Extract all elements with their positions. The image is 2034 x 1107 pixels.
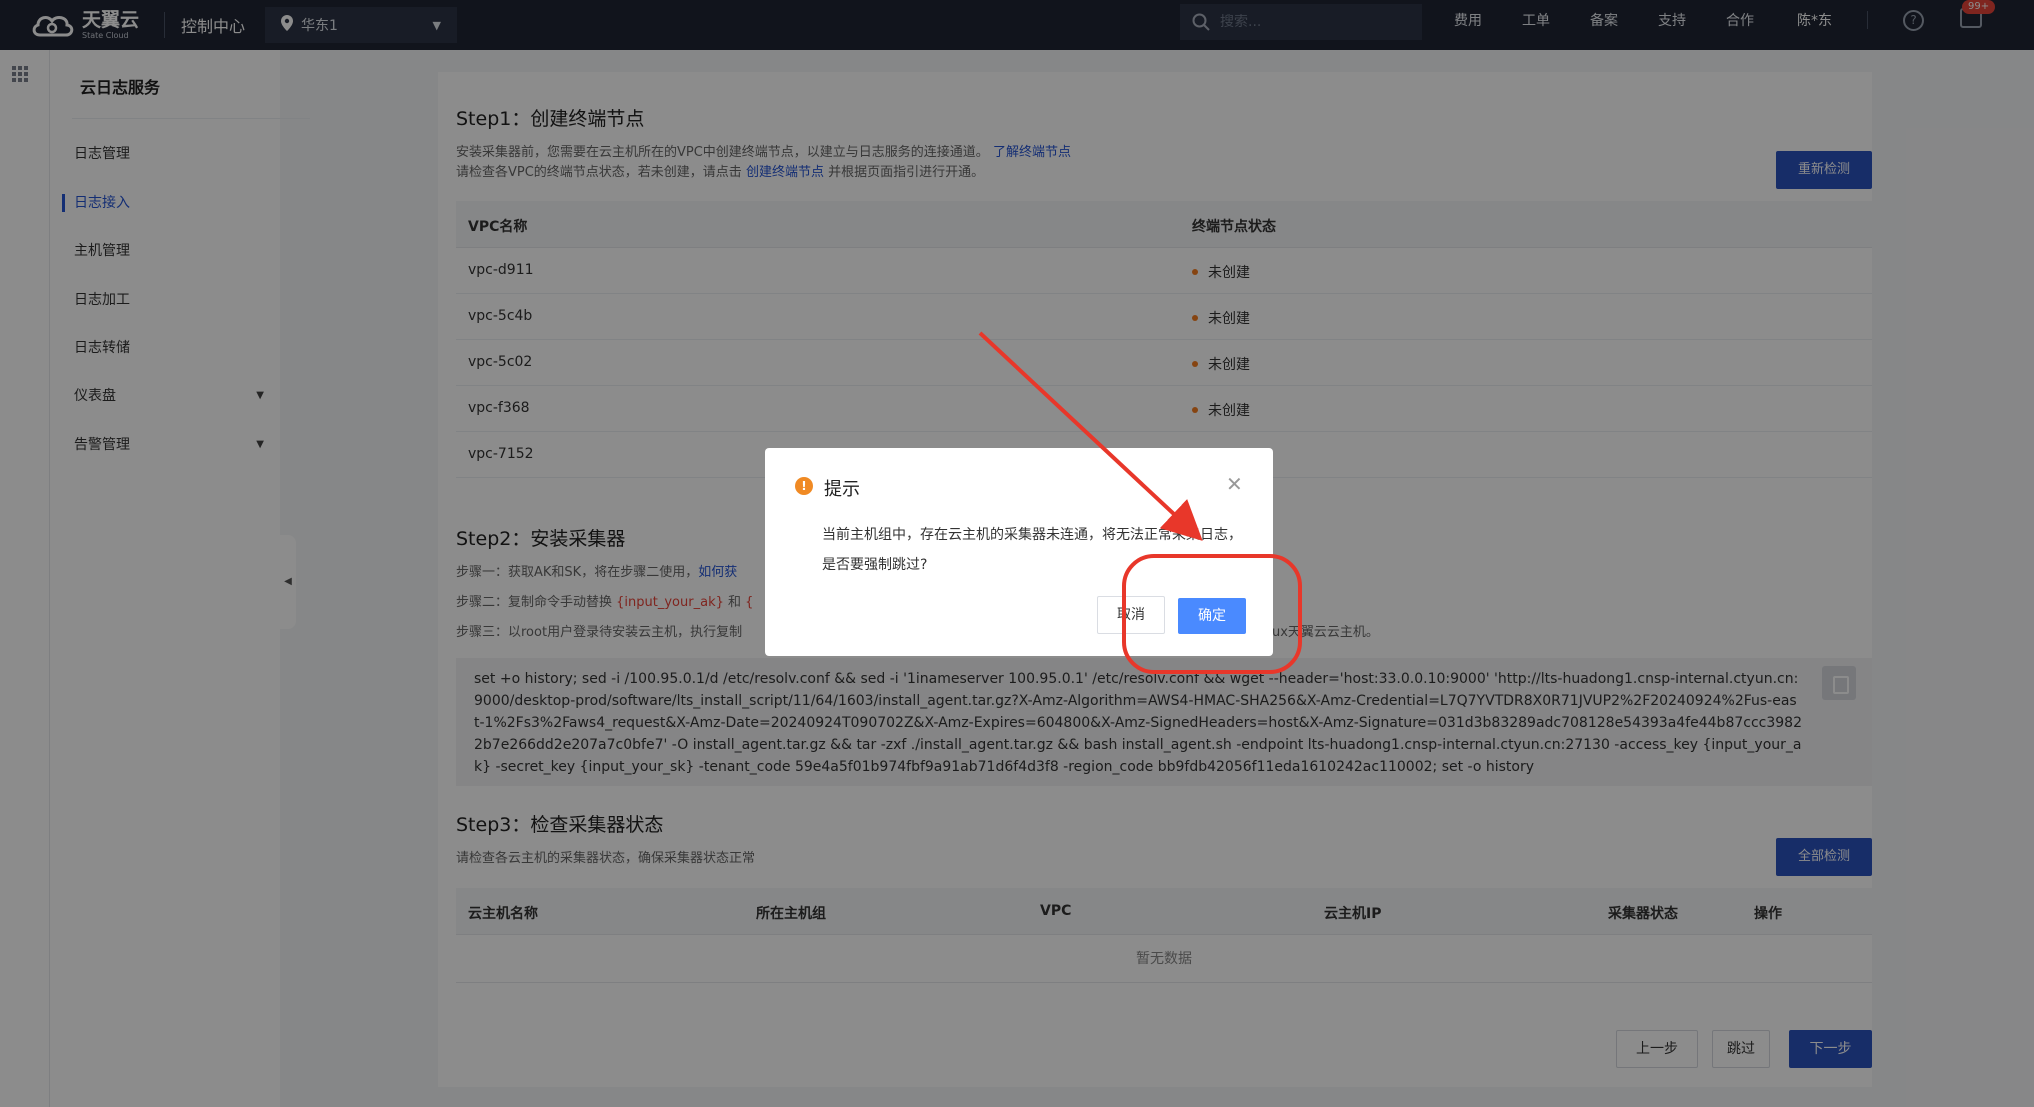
confirm-button[interactable]: 确定 [1178, 598, 1246, 634]
warning-icon: ! [795, 477, 813, 495]
dialog-message: 当前主机组中，存在云主机的采集器未连通，将无法正常采集日志，是否要强制跳过? [822, 527, 1242, 573]
confirm-dialog: ! 提示 ✕ 当前主机组中，存在云主机的采集器未连通，将无法正常采集日志，是否要… [765, 448, 1273, 656]
close-icon[interactable]: ✕ [1226, 472, 1243, 496]
dialog-title: 提示 [824, 479, 860, 500]
cancel-button[interactable]: 取消 [1097, 596, 1165, 634]
